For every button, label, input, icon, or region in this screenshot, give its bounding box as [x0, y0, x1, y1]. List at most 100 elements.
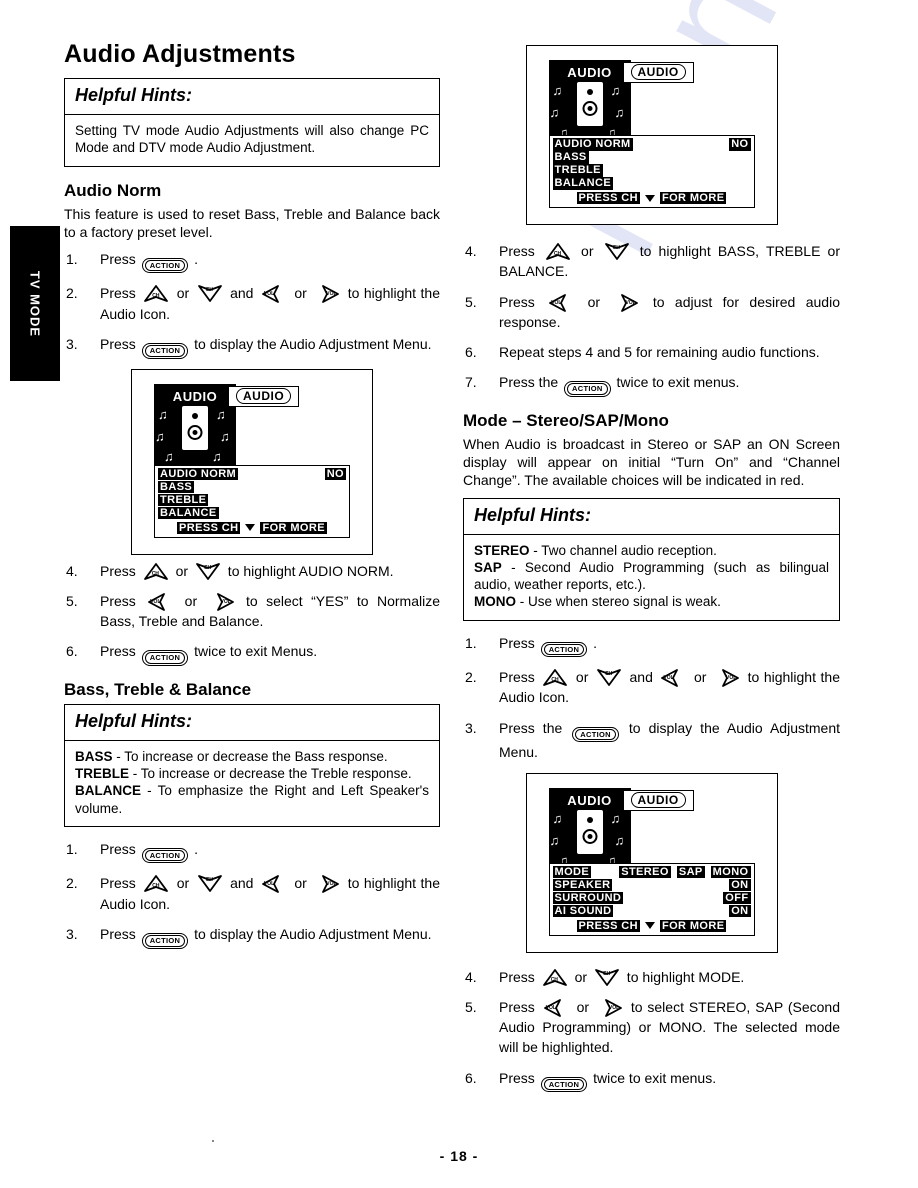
action-button-icon: ACTION	[141, 933, 189, 949]
instruction-step: 7. Press the ACTION twice to exit menus.	[463, 372, 840, 397]
audio-norm-steps-after: 4. Press CH or CH to highlight AUDIO NORM…	[64, 561, 440, 666]
instruction-step: 2. Press CH or CH and VOL or VOL to highl…	[64, 283, 440, 324]
audio-menu-icon[interactable]: AUDIO ♫ ♫ ♫ ♫ ♫ ♫	[548, 60, 631, 144]
arrow-key-label: VOL	[263, 291, 275, 298]
left-arrow-icon: VOL	[261, 284, 287, 304]
music-note-icon: ♫	[552, 83, 563, 98]
up-arrow-icon: CH	[143, 562, 169, 581]
osd-menu-footer: PRESS CH FOR MORE	[158, 521, 346, 535]
osd-row-value[interactable]: OFF	[723, 891, 751, 905]
audio-menu-icon[interactable]: AUDIO ♫ ♫ ♫ ♫ ♫ ♫	[548, 787, 631, 872]
audio-menu-badge: AUDIO	[228, 385, 300, 407]
hint-term: BASS	[75, 748, 113, 764]
step-number: 2.	[465, 669, 477, 686]
instruction-step: 1. Press ACTION .	[64, 249, 440, 274]
osd-option[interactable]: MONO	[710, 865, 751, 879]
osd-menu-row[interactable]: BASS	[552, 151, 751, 164]
osd-menu-row[interactable]: BALANCE	[552, 177, 751, 190]
osd-option[interactable]: SAP	[676, 865, 705, 879]
bass-treble-steps-after: 4. Press CH or CH to highlight BASS, TREB…	[463, 241, 840, 397]
osd-row-options: STEREO SAP MONO	[619, 865, 751, 879]
audio-menu-badge: AUDIO	[622, 62, 694, 83]
left-arrow-icon: VOL	[261, 874, 287, 894]
osd-menu-row[interactable]: BALANCE	[158, 506, 346, 520]
right-arrow-icon: VOL	[209, 592, 235, 611]
osd-menu-row[interactable]: AUDIO NORM NO	[158, 467, 346, 481]
instruction-step: 3. Press ACTION to display the Audio Adju…	[64, 334, 440, 359]
audio-icon-label: AUDIO	[567, 792, 612, 808]
step-text: Press ACTION twice to exit Menus.	[100, 643, 317, 666]
music-note-icon: ♫	[549, 105, 560, 120]
music-note-icon: ♫	[155, 428, 165, 444]
helpful-hints-box-mode: Helpful Hints: STEREO - Two channel audi…	[463, 497, 840, 621]
action-button-icon: ACTION	[141, 257, 189, 274]
osd-menu-panel[interactable]: AUDIO NORM NO BASS TREBLE BALANCE PRESS CH FOR…	[154, 464, 350, 538]
arrow-key-label: CH	[205, 877, 213, 884]
hint-term: BALANCE	[75, 783, 141, 799]
helpful-hints-heading: Helpful Hints:	[65, 79, 439, 115]
audio-icon-label: AUDIO	[172, 388, 218, 404]
step-number: 4.	[66, 562, 78, 579]
helpful-hints-box-bass-treble-balance: Helpful Hints: BASS - To increase or dec…	[64, 703, 440, 827]
helpful-hints-body: Setting TV mode Audio Adjustments will a…	[75, 123, 429, 156]
step-text: Press ACTION twice to exit menus.	[499, 1070, 716, 1093]
osd-row-value[interactable]: NO	[729, 138, 751, 151]
step-number: 5.	[465, 998, 477, 1015]
osd-footer-right: FOR MORE	[659, 919, 727, 932]
hint-line: TREBLE - To increase or decrease the Tre…	[75, 766, 412, 782]
osd-menu-panel[interactable]: AUDIO NORM NO BASS TREBLE BALANCE PRESS CH FOR…	[548, 135, 755, 208]
arrow-key-label: CH	[553, 251, 562, 257]
osd-row-value[interactable]: NO	[324, 467, 346, 481]
arrow-key-label: VOL	[726, 675, 737, 682]
chevron-down-icon	[245, 524, 256, 531]
instruction-step: 1. Press ACTION .	[64, 839, 440, 864]
osd-menu-row[interactable]: AUDIO NORM NO	[552, 138, 751, 151]
helpful-hints-body: STEREO - Two channel audio reception. SAP…	[464, 535, 839, 620]
osd-menu-row[interactable]: TREBLE	[552, 164, 751, 177]
osd-row-label: AUDIO NORM	[158, 467, 239, 481]
down-arrow-icon: CH	[195, 562, 221, 581]
osd-option[interactable]: STEREO	[619, 865, 671, 879]
music-note-icon: ♫	[614, 832, 625, 848]
mode-steps-after: 4. Press CH or CH to highlight MODE. 5. Pre…	[463, 967, 840, 1093]
step-text: Repeat steps 4 and 5 for remaining audio…	[499, 344, 820, 361]
audio-menu-icon[interactable]: AUDIO ♫ ♫ ♫ ♫ ♫ ♫	[154, 383, 236, 468]
tv-screen-content: AUDIO ♫ ♫ ♫ ♫ ♫ ♫ AUDIO AUDIO NORM NO BASS TREBLE BA…	[132, 370, 372, 554]
osd-row-label: MODE	[552, 865, 592, 879]
step-text: Press VOL or VOL to select “YES” to Norm…	[100, 592, 440, 630]
osd-menu-row[interactable]: TREBLE	[158, 493, 346, 507]
osd-menu-panel[interactable]: MODE STEREO SAP MONO SPEAKER ON SURROUND OFF AI …	[548, 862, 755, 936]
osd-row-label: SURROUND	[552, 891, 624, 905]
right-arrow-icon: VOL	[714, 668, 740, 688]
arrow-key-label: VOL	[625, 299, 636, 306]
arrow-key-label: VOL	[545, 1004, 556, 1011]
action-button-icon: ACTION	[564, 381, 611, 397]
action-button-icon: ACTION	[540, 641, 588, 658]
step-text: Press the ACTION twice to exit menus.	[499, 374, 739, 397]
osd-row-value[interactable]: ON	[729, 904, 751, 918]
osd-row-label: BALANCE	[552, 177, 614, 190]
instruction-step: 4. Press CH or CH to highlight AUDIO NORM…	[64, 561, 440, 581]
instruction-step: 4. Press CH or CH to highlight MODE.	[463, 967, 840, 987]
osd-menu-row[interactable]: BASS	[158, 480, 346, 494]
osd-row-value[interactable]: ON	[729, 878, 751, 892]
side-tab-tv-mode: TV MODE	[10, 226, 60, 381]
instruction-step: 1. Press ACTION .	[463, 633, 840, 658]
audio-menu-badge-label: AUDIO	[236, 387, 292, 404]
osd-menu-row[interactable]: SURROUND OFF	[552, 891, 751, 905]
osd-menu-row[interactable]: AI SOUND ON	[552, 904, 751, 918]
arrow-key-label: VOL	[326, 881, 337, 888]
step-text: Press ACTION .	[100, 251, 198, 274]
action-button-icon: ACTION	[141, 847, 189, 864]
arrow-key-label: CH	[612, 245, 620, 251]
action-button-label: ACTION	[567, 383, 608, 395]
step-number: 3.	[465, 719, 477, 736]
osd-menu-row[interactable]: SPEAKER ON	[552, 878, 751, 892]
osd-menu-row[interactable]: MODE STEREO SAP MONO	[552, 865, 751, 879]
osd-row-label: AUDIO NORM	[552, 138, 633, 151]
tv-screen-content: AUDIO ♫ ♫ ♫ ♫ ♫ ♫ AUDIO AUDIO NORM NO BASS TREBLE BA…	[527, 46, 777, 224]
hint-line: BALANCE - To emphasize the Right and Lef…	[75, 783, 429, 816]
action-button-label: ACTION	[144, 259, 186, 272]
action-button-icon: ACTION	[141, 650, 189, 666]
audio-menu-badge-label: AUDIO	[630, 791, 686, 808]
